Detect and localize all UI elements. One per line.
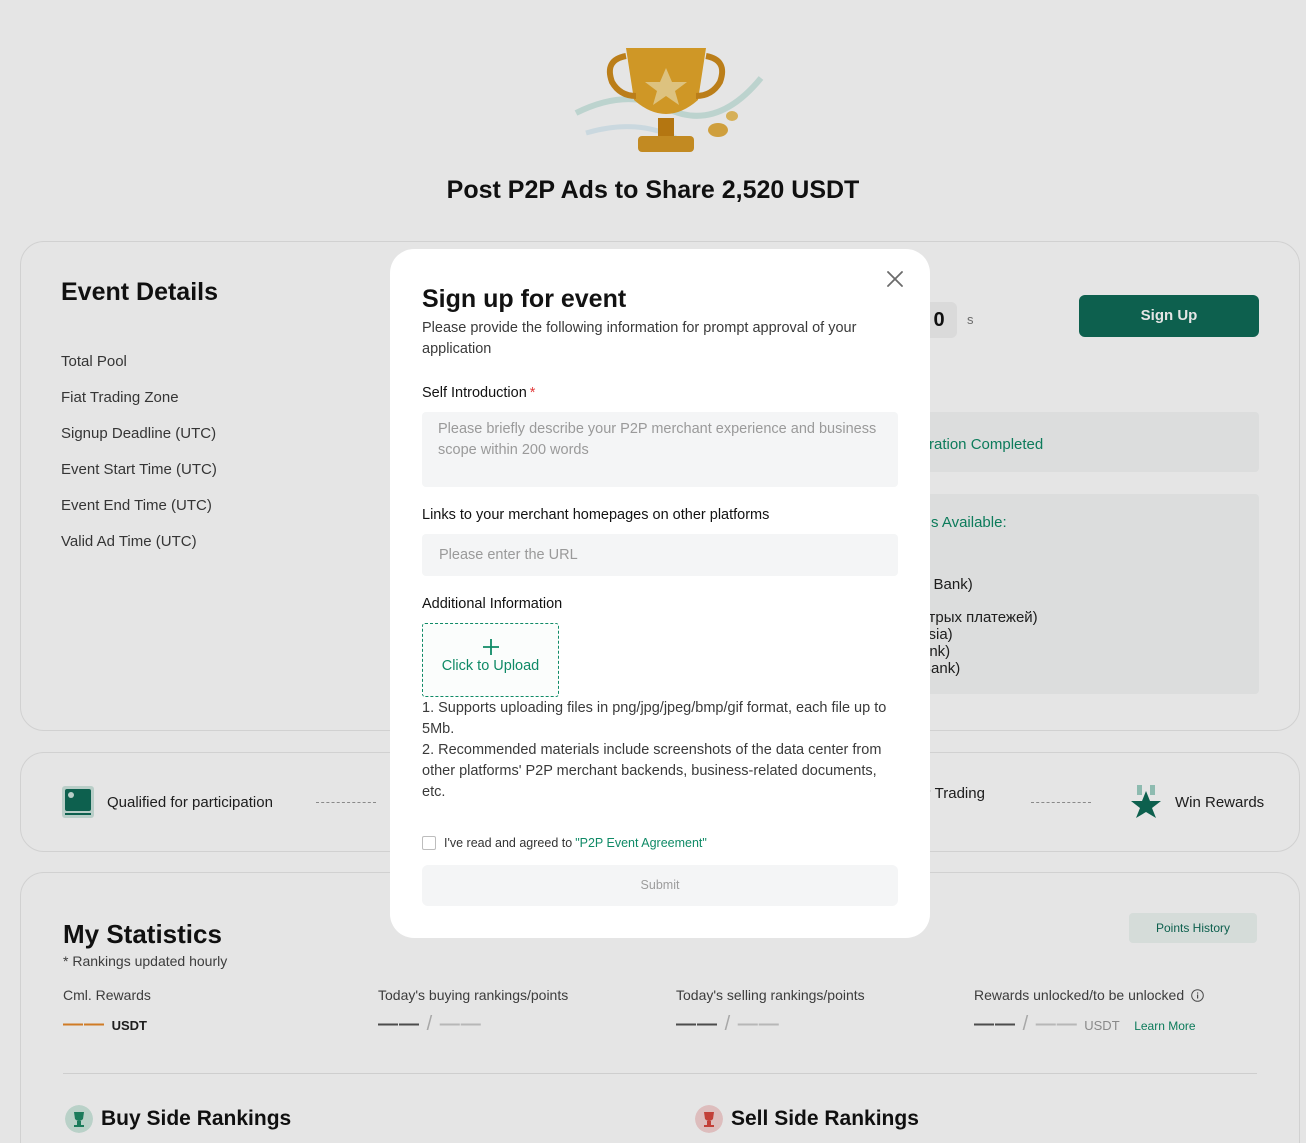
close-icon[interactable] [884,268,906,290]
upload-note-1: 1. Supports uploading files in png/jpg/j… [422,700,887,737]
agreement-link[interactable]: "P2P Event Agreement" [575,836,707,850]
upload-label: Click to Upload [441,658,540,674]
self-intro-textarea[interactable] [422,412,898,487]
signup-modal: Sign up for event Please provide the fol… [390,249,930,938]
modal-subtitle: Please provide the following information… [422,320,857,357]
modal-title: Sign up for event [422,285,627,313]
plus-icon [482,639,499,655]
agreement-row: I've read and agreed to "P2P Event Agree… [422,836,707,850]
links-label: Links to your merchant homepages on othe… [422,507,770,523]
agreement-text: I've read and agreed to [444,836,573,850]
additional-info-label: Additional Information [422,596,563,612]
self-intro-label: Self Introduction * [422,385,535,401]
upload-notes: 1. Supports uploading files in png/jpg/j… [422,698,898,803]
self-intro-label-text: Self Introduction [422,385,527,401]
submit-button[interactable]: Submit [422,865,898,906]
upload-button[interactable]: Click to Upload [422,623,559,697]
upload-note-2: 2. Recommended materials include screens… [422,742,882,800]
url-input[interactable] [422,534,898,576]
agreement-checkbox[interactable] [422,836,436,850]
required-mark: * [529,385,536,401]
